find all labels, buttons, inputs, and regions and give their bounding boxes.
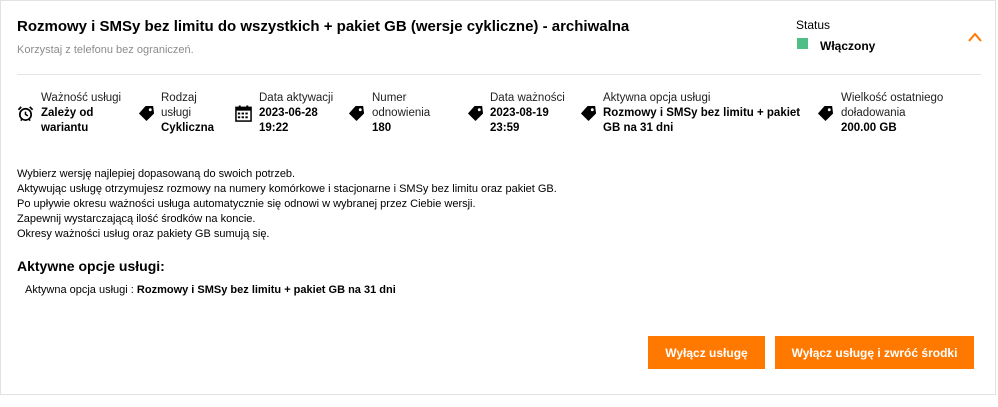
info-value: 2023-06-28 19:22 xyxy=(259,107,318,134)
active-option-label: Aktywna opcja usługi : xyxy=(25,284,134,296)
divider xyxy=(17,74,981,75)
info-value: Zależy od wariantu xyxy=(41,107,94,134)
active-option-row: Aktywna opcja usługi : Rozmowy i SMSy be… xyxy=(25,284,396,296)
status-indicator xyxy=(797,38,808,49)
info-value: 2023-08-19 23:59 xyxy=(490,107,549,134)
description-line: Wybierz wersję najlepiej dopasowaną do s… xyxy=(17,168,296,180)
info-label: Ważność usługi xyxy=(41,92,122,104)
info-label: Data aktywacji xyxy=(259,92,334,104)
service-title: Rozmowy i SMSy bez limitu do wszystkich … xyxy=(17,18,630,35)
tag-icon xyxy=(817,105,834,122)
service-card: Rozmowy i SMSy bez limitu do wszystkich … xyxy=(0,0,996,395)
info-value: Rozmowy i SMSy bez limitu + pakiet GB na… xyxy=(603,107,801,134)
info-value: Cykliczna xyxy=(161,122,215,134)
disable-service-button[interactable]: Wyłącz usługę xyxy=(648,336,765,369)
chevron-up-icon[interactable] xyxy=(967,31,983,43)
disable-and-refund-button[interactable]: Wyłącz usługę i zwróć środki xyxy=(775,336,974,369)
calendar-icon xyxy=(235,105,252,122)
description-line: Okresy ważności usług oraz pakiety GB su… xyxy=(17,228,270,240)
tag-icon xyxy=(467,105,484,122)
tag-icon xyxy=(348,105,365,122)
description-line: Po upływie okresu ważności usługa automa… xyxy=(17,198,476,210)
status-value: Włączony xyxy=(820,39,876,53)
service-description: Wybierz wersję najlepiej dopasowaną do s… xyxy=(17,167,557,242)
active-option-value: Rozmowy i SMSy bez limitu + pakiet GB na… xyxy=(136,284,396,296)
tag-icon xyxy=(580,105,597,122)
description-line: Aktywując usługę otrzymujesz rozmowy na … xyxy=(17,183,557,195)
service-subtitle: Korzystaj z telefonu bez ograniczeń. xyxy=(17,44,194,56)
info-label: Aktywna opcja usługi xyxy=(603,92,711,104)
info-label: Data ważności xyxy=(490,92,565,104)
alarm-clock-icon xyxy=(17,106,34,122)
info-label: Numer odnowienia xyxy=(372,92,431,119)
active-options-heading: Aktywne opcje usługi: xyxy=(17,258,165,274)
description-line: Zapewnij wystarczającą ilość środków na … xyxy=(17,213,256,225)
status-label: Status xyxy=(796,18,831,32)
info-label: Wielkość ostatniego doładowania xyxy=(841,92,944,119)
tag-icon xyxy=(138,105,155,122)
info-value: 200.00 GB xyxy=(841,122,897,134)
info-label: Rodzaj usługi xyxy=(161,92,197,119)
info-value: 180 xyxy=(372,122,392,134)
